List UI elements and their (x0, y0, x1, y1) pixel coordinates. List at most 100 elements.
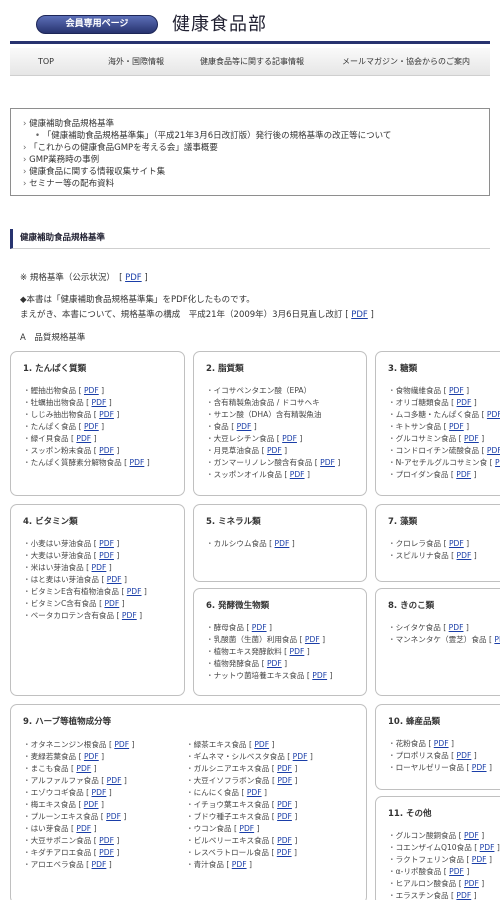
list-item: ・N-アセチルグルコサミン食 [ PDF ] (388, 457, 500, 468)
pdf-link[interactable]: PDF (104, 599, 119, 608)
pdf-link[interactable]: PDF (99, 551, 114, 560)
pdf-link[interactable]: PDF (277, 836, 292, 845)
pdf-link[interactable]: PDF (472, 855, 487, 864)
nav-item-articles[interactable]: 健康食品等に関する記事情報 (200, 48, 304, 76)
pdf-link[interactable]: PDF (290, 470, 305, 479)
pdf-link[interactable]: PDF (464, 879, 479, 888)
card-mineral: 5. ミネラル類 ・カルシウム食品 [ PDF ] (193, 504, 367, 582)
pdf-link[interactable]: PDF (312, 671, 327, 680)
pdf-link[interactable]: PDF (99, 446, 114, 455)
pdf-link[interactable]: PDF (76, 824, 91, 833)
list-item: ・たんぱく食品 [ PDF ] (23, 422, 105, 431)
pdf-link[interactable]: PDF (92, 563, 107, 572)
pdf-link[interactable]: PDF (456, 891, 471, 900)
nav-item-overseas[interactable]: 海外・国際情報 (108, 48, 164, 76)
pdf-link[interactable]: PDF (305, 635, 320, 644)
pdf-link[interactable]: PDF (99, 539, 114, 548)
list-item: ・ラクトフェリン食品 [ PDF ] (388, 855, 492, 864)
card-bee: 10. 蜂産品類 ・花粉食品 [ PDF ] ・プロポリス食品 [ PDF ] ・ロー… (375, 704, 500, 790)
pdf-link[interactable]: PDF (106, 812, 121, 821)
list-item: ・カルシウム食品 [ PDF ] (206, 539, 295, 548)
pdf-link[interactable]: PDF (107, 575, 122, 584)
card-vitamin: 4. ビタミン類 ・小麦はい芽油食品 [ PDF ] ・大麦はい芽油食品 [ PDF… (10, 504, 185, 696)
pdf-link[interactable]: PDF (351, 310, 368, 320)
info-link-gmp-cases[interactable]: › GMP業務時の事例 (23, 153, 99, 165)
pdf-link[interactable]: PDF (487, 410, 500, 419)
list-item: ・ビタミンC含有食品 [ PDF ] (23, 599, 125, 608)
pdf-link[interactable]: PDF (293, 752, 308, 761)
pdf-link[interactable]: PDF (487, 446, 500, 455)
card-title: 8. きのこ類 (388, 601, 435, 611)
list-item: ・プロポリス食品 [ PDF ] (388, 751, 477, 760)
pdf-link[interactable]: PDF (449, 422, 464, 431)
info-link-revisions[interactable]: • 「健康補助食品規格基準集」（平成21年3月6日改訂版）発行後の規格基準の改正… (35, 129, 391, 141)
info-link-standards[interactable]: › 健康補助食品規格基準 (23, 117, 114, 129)
pdf-link[interactable]: PDF (449, 623, 464, 632)
pdf-link[interactable]: PDF (127, 587, 142, 596)
pdf-link[interactable]: PDF (480, 843, 495, 852)
info-link-sites[interactable]: › 健康食品に関する情報収集サイト集 (23, 165, 165, 177)
pdf-link[interactable]: PDF (99, 410, 114, 419)
pdf-link[interactable]: PDF (434, 739, 449, 748)
pdf-link[interactable]: PDF (464, 434, 479, 443)
pdf-link[interactable]: PDF (92, 398, 107, 407)
pdf-link[interactable]: PDF (277, 812, 292, 821)
pdf-link[interactable]: PDF (130, 458, 145, 467)
pdf-link[interactable]: PDF (125, 273, 142, 283)
pdf-link[interactable]: PDF (457, 398, 472, 407)
list-item: ・大豆サポニン食品 [ PDF ] (23, 836, 120, 845)
list-item: ・牡蠣抽出物食品 [ PDF ] (23, 398, 112, 407)
pdf-link[interactable]: PDF (494, 635, 500, 644)
info-link-seminar[interactable]: › セミナー等の配布資料 (23, 177, 114, 189)
pdf-link[interactable]: PDF (254, 740, 269, 749)
nav-item-top[interactable]: TOP (38, 48, 54, 76)
pdf-link[interactable]: PDF (267, 659, 282, 668)
list-item: ・α-リポ酸食品 [ PDF ] (388, 867, 470, 876)
pdf-link[interactable]: PDF (107, 776, 122, 785)
pdf-link[interactable]: PDF (239, 824, 254, 833)
list-item: ・オリゴ糖類食品 [ PDF ] (388, 398, 477, 407)
pdf-link[interactable]: PDF (277, 764, 292, 773)
pdf-link[interactable]: PDF (457, 551, 472, 560)
pdf-link[interactable]: PDF (456, 470, 471, 479)
pdf-link[interactable]: PDF (495, 458, 500, 467)
pdf-link[interactable]: PDF (84, 752, 99, 761)
card-title: 6. 発酵微生物類 (206, 601, 270, 611)
nav-item-mailmagazine[interactable]: メールマガジン・協会からのご案内 (342, 48, 470, 76)
list-item: ・イチョウ葉エキス食品 [ PDF ] (186, 800, 298, 809)
pdf-link[interactable]: PDF (449, 867, 464, 876)
pdf-link[interactable]: PDF (457, 751, 472, 760)
list-item: ・乳酸菌（生菌）利用食品 [ PDF ] (206, 635, 326, 644)
pdf-link[interactable]: PDF (232, 860, 247, 869)
pdf-link[interactable]: PDF (247, 788, 262, 797)
pdf-link[interactable]: PDF (92, 860, 107, 869)
pdf-link[interactable]: PDF (290, 647, 305, 656)
pdf-link[interactable]: PDF (92, 788, 107, 797)
info-link-gmp-meeting[interactable]: › 「これからの健康食品GMPを考える会」議事概要 (23, 141, 218, 153)
pdf-link[interactable]: PDF (84, 800, 99, 809)
pdf-link[interactable]: PDF (99, 848, 114, 857)
pdf-link[interactable]: PDF (84, 422, 99, 431)
pdf-link[interactable]: PDF (76, 764, 91, 773)
pdf-link[interactable]: PDF (277, 776, 292, 785)
pdf-link[interactable]: PDF (282, 434, 297, 443)
pdf-link[interactable]: PDF (122, 611, 137, 620)
pdf-link[interactable]: PDF (464, 831, 479, 840)
pdf-link[interactable]: PDF (237, 422, 252, 431)
pdf-link[interactable]: PDF (99, 836, 114, 845)
pdf-link[interactable]: PDF (277, 800, 292, 809)
pdf-link[interactable]: PDF (277, 848, 292, 857)
pdf-link[interactable]: PDF (449, 386, 464, 395)
pdf-link[interactable]: PDF (267, 446, 282, 455)
pdf-link[interactable]: PDF (320, 458, 335, 467)
list-item: ・スッポンオイル食品 [ PDF ] (206, 470, 310, 479)
pdf-link[interactable]: PDF (449, 539, 464, 548)
list-item: ・ガンマーリノレン酸含有食品 [ PDF ] (206, 458, 341, 467)
pdf-link[interactable]: PDF (472, 763, 487, 772)
pdf-link[interactable]: PDF (275, 539, 290, 548)
pdf-link[interactable]: PDF (76, 434, 91, 443)
list-item: ・月見草油食品 [ PDF ] (206, 446, 288, 455)
pdf-link[interactable]: PDF (252, 623, 267, 632)
pdf-link[interactable]: PDF (114, 740, 129, 749)
pdf-link[interactable]: PDF (84, 386, 99, 395)
